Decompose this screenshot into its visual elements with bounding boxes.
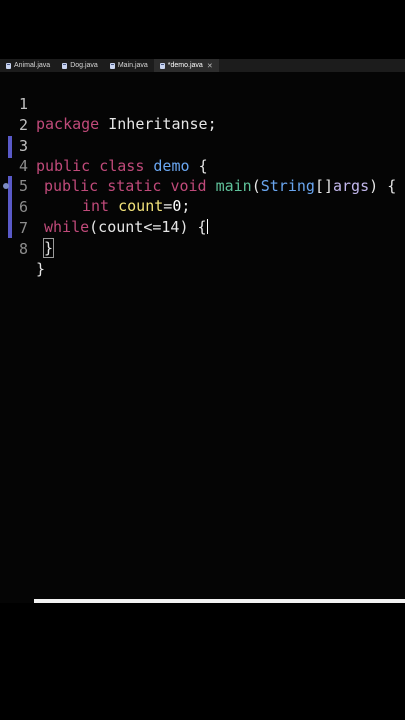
code-line: 5 int count=0; — [0, 156, 405, 215]
tab-dog-java[interactable]: Dog.java — [56, 59, 104, 72]
code-line: 4 public static void main(String[]args) … — [0, 136, 405, 195]
line-number: 8 — [18, 240, 28, 258]
horizontal-scrollbar[interactable] — [34, 599, 405, 603]
code-editor[interactable]: 1 package Inheritanse; 2 3 public class … — [0, 72, 405, 603]
tab-main-java[interactable]: Main.java — [104, 59, 154, 72]
tab-demo-java[interactable]: *demo.java ✕ — [153, 59, 219, 72]
tab-label: Dog.java — [70, 62, 98, 69]
java-file-icon — [109, 62, 115, 69]
tab-animal-java[interactable]: Animal.java — [0, 59, 56, 72]
code-line: 7 } — [0, 198, 405, 258]
tab-label: *demo.java — [167, 62, 203, 69]
java-file-icon — [62, 62, 68, 69]
code-line: 1 package Inheritanse; — [0, 74, 405, 133]
java-file-icon — [159, 62, 165, 69]
java-file-icon — [6, 62, 11, 69]
close-icon[interactable]: ✕ — [207, 62, 213, 70]
code-line: 3 public class demo { — [0, 116, 405, 175]
code-line: 6 while(count<=14) { — [0, 177, 405, 236]
tab-label: Main.java — [117, 62, 148, 69]
editor-tab-bar: Animal.java Dog.java Main.java *demo.jav… — [0, 59, 405, 72]
tab-label: Animal.java — [14, 62, 51, 69]
code-line: 2 — [0, 95, 405, 134]
code-line: 8 } — [0, 219, 405, 278]
